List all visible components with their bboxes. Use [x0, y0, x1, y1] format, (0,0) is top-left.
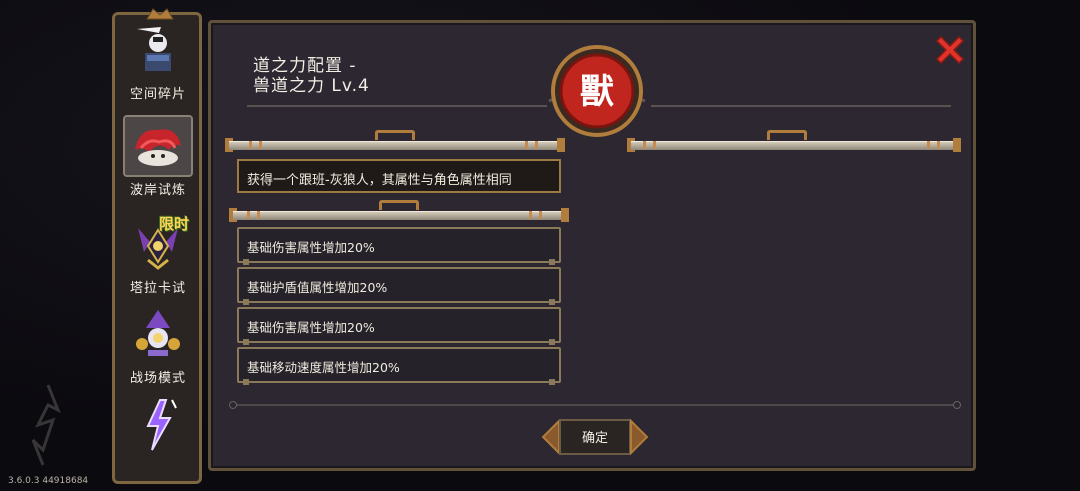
companion-effect-text: 获得一个跟班-灰狼人，其属性与角色属性相同	[247, 173, 512, 188]
mode-sidebar: 空间碎片 波岸试炼 限时 塔拉卡试 战场模式	[112, 8, 202, 484]
confirm-button[interactable]: 确定	[541, 415, 649, 459]
sidebar-item-shore-trial[interactable]: 波岸试炼	[123, 115, 193, 201]
attribute-row: 基础移动速度属性增加20%	[237, 347, 561, 385]
sidebar-item-lightning[interactable]	[123, 393, 193, 479]
attribute-row: 基础伤害属性增加20%	[237, 307, 561, 345]
attribute-text: 基础移动速度属性增加20%	[247, 360, 400, 375]
divider	[247, 105, 547, 107]
companion-effect-box: 获得一个跟班-灰狼人，其属性与角色属性相同	[237, 159, 561, 193]
attribute-row: 基础伤害属性增加20%	[237, 227, 561, 265]
divider	[651, 105, 951, 107]
sidebar-item-label: 塔拉卡试	[129, 281, 186, 296]
attribute-row: 基础护盾值属性增加20%	[237, 267, 561, 305]
attribute-text: 基础伤害属性增加20%	[247, 320, 375, 335]
svg-text:獸: 獸	[580, 72, 614, 112]
scroll-rod	[225, 130, 565, 152]
scroll-rod	[627, 130, 961, 152]
sidebar-item-taraka-trial[interactable]: 限时 塔拉卡试	[123, 213, 193, 299]
attribute-text: 基础护盾值属性增加20%	[247, 280, 388, 295]
sidebar-item-label: 波岸试炼	[129, 183, 186, 198]
close-icon[interactable]	[933, 33, 967, 67]
beast-emblem-icon: 獸	[548, 45, 646, 137]
sidebar-item-battlefield[interactable]: 战场模式	[123, 303, 193, 389]
lightning-mode-icon	[146, 399, 177, 451]
battlefield-mode-icon	[136, 310, 180, 356]
attribute-text: 基础伤害属性增加20%	[247, 240, 375, 255]
background-ornament-icon	[31, 384, 61, 466]
dao-power-dialog: 道之力配置 - 兽道之力 Lv.4 獸 获得一个跟班-灰狼人，其属性与角色属性相…	[208, 20, 976, 471]
sidebar-item-label: 空间碎片	[129, 87, 186, 102]
dialog-subtitle: 兽道之力 Lv.4	[253, 76, 370, 96]
confirm-button-label: 确定	[581, 431, 608, 446]
limited-time-badge: 限时	[159, 215, 190, 233]
sidebar-item-space-fragment[interactable]: 空间碎片	[123, 19, 193, 105]
divider	[229, 401, 961, 409]
shore-trial-icon	[135, 129, 181, 166]
scroll-rod	[229, 200, 569, 222]
version-label: 3.6.0.3 44918684	[8, 476, 89, 486]
sidebar-item-label: 战场模式	[129, 371, 186, 386]
space-fragment-icon	[137, 27, 171, 71]
